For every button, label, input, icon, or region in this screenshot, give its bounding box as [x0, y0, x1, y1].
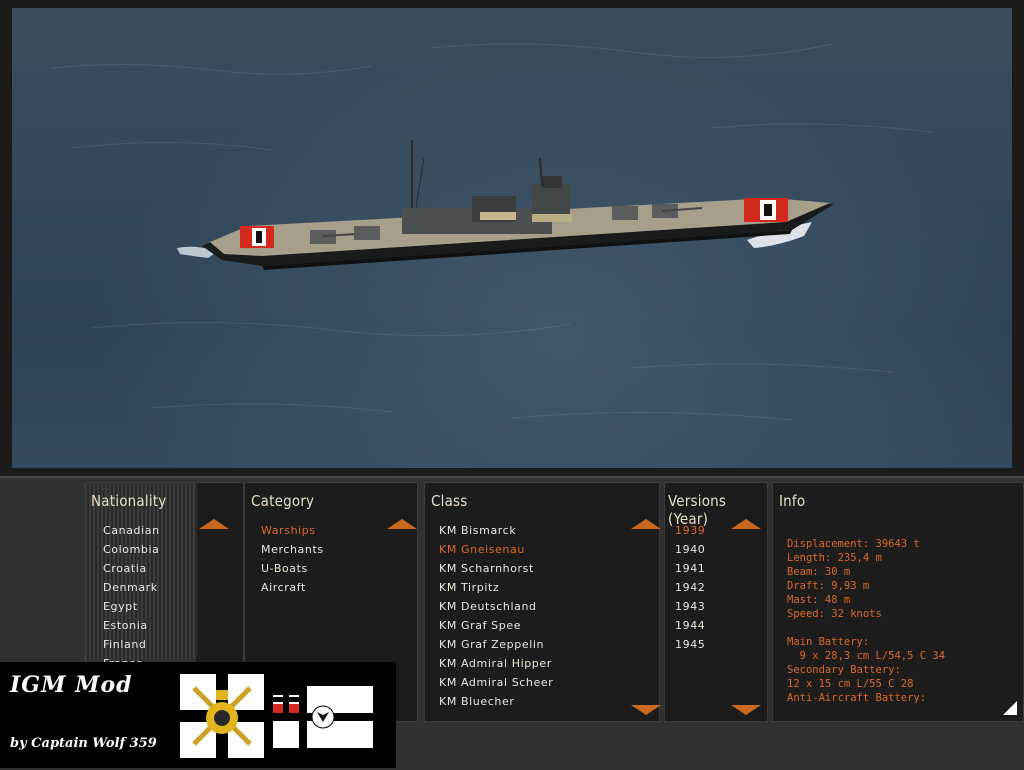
nationality-item[interactable]: Egypt [103, 597, 160, 616]
versions-panel: Versions (Year) 1939 1940 1941 1942 1943… [664, 482, 768, 722]
nationality-item[interactable]: Finland [103, 635, 160, 654]
class-panel: Class KM Bismarck KM Gneisenau KM Scharn… [424, 482, 661, 722]
class-item[interactable]: KM Tirpitz [439, 578, 553, 597]
nationality-scroll-up-icon[interactable] [199, 519, 229, 529]
mod-badge: IGM Mod by Captain Wolf 359 [0, 662, 396, 768]
category-item[interactable]: Aircraft [261, 578, 324, 597]
class-item[interactable]: KM Scharnhorst [439, 559, 553, 578]
class-scroll-down-icon[interactable] [631, 705, 661, 715]
version-item-selected[interactable]: 1939 [675, 521, 705, 540]
info-line: Beam: 30 m [787, 566, 851, 578]
info-line: 12 x 15 cm L/55 C 28 [787, 678, 914, 690]
version-item[interactable]: 1942 [675, 578, 705, 597]
nationality-item[interactable]: Colombia [103, 540, 160, 559]
info-line: Draft: 9,93 m [787, 580, 870, 592]
info-title: Info [779, 492, 806, 510]
class-list: KM Bismarck KM Gneisenau KM Scharnhorst … [439, 521, 553, 711]
category-item-selected[interactable]: Warships [261, 521, 324, 540]
class-item[interactable]: KM Bluecher [439, 692, 553, 711]
nationality-list: Canadian Colombia Croatia Denmark Egypt … [103, 521, 160, 673]
info-line: Length: 235,4 m [787, 552, 882, 564]
versions-scroll-up-icon[interactable] [731, 519, 761, 529]
info-line: Mast: 48 m [787, 594, 851, 606]
category-item[interactable]: U-Boats [261, 559, 324, 578]
info-line [787, 621, 945, 635]
nationality-item[interactable]: Croatia [103, 559, 160, 578]
versions-scroll-down-icon[interactable] [731, 705, 761, 715]
resize-corner-icon[interactable] [1003, 701, 1017, 715]
info-line: 9 x 28,3 cm L/54,5 C 34 [787, 650, 946, 662]
info-line: Anti-Aircraft Battery: [787, 692, 927, 704]
version-item[interactable]: 1941 [675, 559, 705, 578]
class-item[interactable]: KM Admiral Hipper [439, 654, 553, 673]
class-item[interactable]: KM Deutschland [439, 597, 553, 616]
version-item[interactable]: 1943 [675, 597, 705, 616]
class-item[interactable]: KM Admiral Scheer [439, 673, 553, 692]
versions-list: 1939 1940 1941 1942 1943 1944 1945 [675, 521, 705, 654]
class-item-selected[interactable]: KM Gneisenau [439, 540, 553, 559]
nationality-title: Nationality [91, 492, 167, 510]
class-title: Class [431, 492, 468, 510]
mod-author: by Captain Wolf 359 [10, 736, 157, 751]
info-line: Displacement: 39643 t [787, 538, 920, 550]
category-list: Warships Merchants U-Boats Aircraft [261, 521, 324, 597]
naval-emblem-icon [180, 674, 264, 758]
nationality-item[interactable]: Canadian [103, 521, 160, 540]
category-title: Category [251, 492, 315, 510]
class-item[interactable]: KM Bismarck [439, 521, 553, 540]
info-line: Secondary Battery: [787, 664, 901, 676]
war-ensign-icon [273, 686, 373, 748]
info-text: Displacement: 39643 t Length: 235,4 m Be… [787, 537, 945, 705]
class-scroll-up-icon[interactable] [631, 519, 661, 529]
category-item[interactable]: Merchants [261, 540, 324, 559]
info-panel: Info Displacement: 39643 t Length: 235,4… [772, 482, 1024, 722]
mod-title: IGM Mod [10, 672, 133, 698]
sea-scene[interactable] [12, 8, 1012, 468]
version-item[interactable]: 1945 [675, 635, 705, 654]
nationality-item[interactable]: Estonia [103, 616, 160, 635]
class-item[interactable]: KM Graf Zeppelin [439, 635, 553, 654]
info-line: Main Battery: [787, 636, 870, 648]
version-item[interactable]: 1940 [675, 540, 705, 559]
class-item[interactable]: KM Graf Spee [439, 616, 553, 635]
category-scroll-up-icon[interactable] [387, 519, 417, 529]
ship-viewport[interactable] [0, 0, 1024, 476]
info-line: Speed: 32 knots [787, 608, 882, 620]
version-item[interactable]: 1944 [675, 616, 705, 635]
battleship-model [51, 43, 933, 421]
nationality-item[interactable]: Denmark [103, 578, 160, 597]
